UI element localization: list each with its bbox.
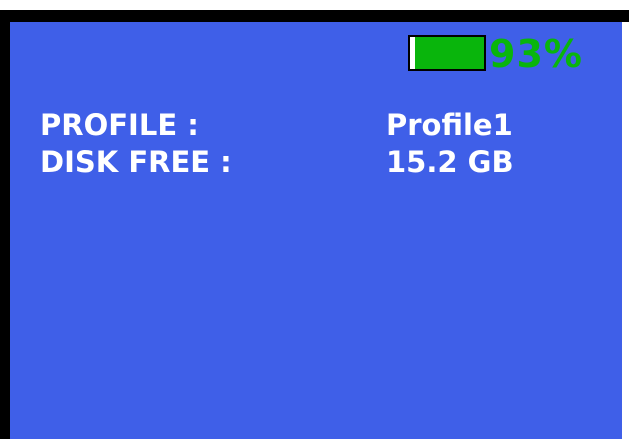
status-screen: 93% PROFILE : Profile1 DISK FREE : 15.2 … [10,22,622,439]
profile-label: PROFILE : [40,108,199,142]
bezel-left [0,10,10,439]
battery-level-fill [415,37,484,69]
device: 93% PROFILE : Profile1 DISK FREE : 15.2 … [0,0,629,439]
profile-value: Profile1 [386,108,513,142]
disk-free-value: 15.2 GB [386,145,514,179]
battery-percent-label: 93% [489,32,583,76]
disk-free-label: DISK FREE : [40,145,232,179]
bezel-top [0,10,629,22]
battery-icon [408,35,486,71]
